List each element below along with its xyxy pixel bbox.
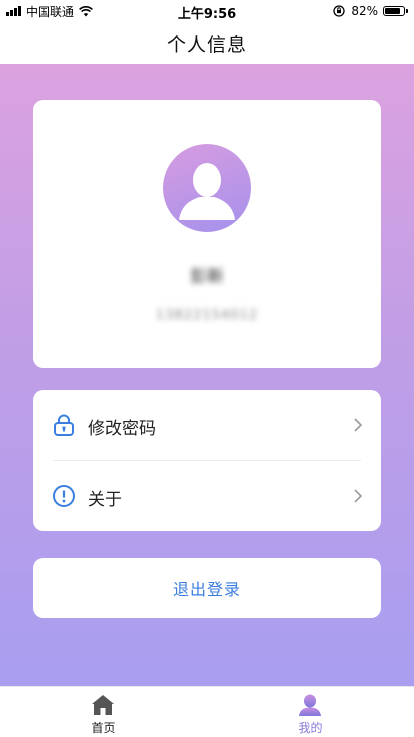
chevron-right-icon — [354, 489, 363, 503]
navigation-bar: 个人信息 — [0, 22, 414, 64]
rotation-lock-icon — [333, 5, 345, 17]
user-name: 彭新 — [190, 267, 224, 287]
user-icon — [299, 694, 321, 716]
avatar[interactable] — [163, 144, 251, 232]
menu-item-change-password[interactable]: 修改密码 — [33, 390, 381, 460]
user-phone: 13822154012 — [156, 308, 258, 323]
tab-home-label: 首页 — [91, 721, 116, 735]
tab-mine[interactable]: 我的 — [207, 687, 414, 737]
menu-item-label: 关于 — [88, 490, 122, 510]
battery-icon — [383, 6, 405, 16]
status-bar: 中国联通 上午9:56 82% — [0, 0, 414, 22]
tab-bar: 首页 我的 — [0, 686, 414, 736]
home-icon — [92, 695, 114, 715]
logout-label: 退出登录 — [172, 580, 241, 599]
profile-card: 彭新 13822154012 — [33, 100, 381, 368]
tab-mine-label: 我的 — [298, 721, 323, 735]
info-icon — [53, 485, 75, 507]
status-bar-right: 82% — [333, 3, 408, 19]
main-content: 彭新 13822154012 修改密码 关于 退出登录 — [0, 64, 414, 686]
menu-item-label: 修改密码 — [88, 419, 156, 439]
menu-item-about[interactable]: 关于 — [33, 461, 381, 531]
battery-cap — [406, 9, 408, 13]
default-avatar-icon — [179, 163, 235, 220]
tab-home[interactable]: 首页 — [0, 687, 207, 737]
logout-button[interactable]: 退出登录 — [33, 558, 381, 618]
settings-menu: 修改密码 关于 — [33, 390, 381, 531]
chevron-right-icon — [354, 418, 363, 432]
page-title: 个人信息 — [166, 33, 247, 56]
battery-percent: 82% — [351, 4, 378, 18]
lock-icon — [54, 414, 74, 436]
